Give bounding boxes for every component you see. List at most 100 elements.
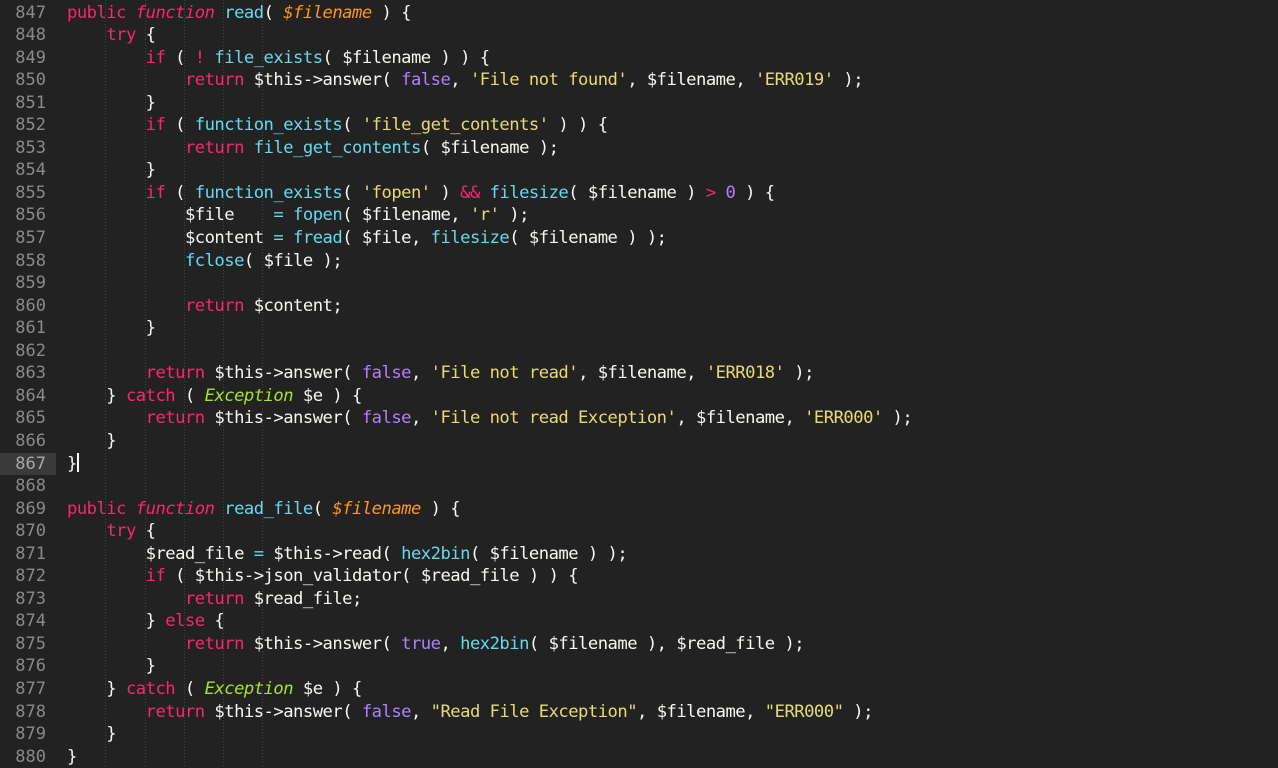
code-text[interactable]: } else { (67, 610, 225, 633)
code-line[interactable]: 852 if ( function_exists( 'file_get_cont… (0, 114, 1278, 137)
code-text[interactable]: if ( function_exists( 'file_get_contents… (67, 114, 608, 137)
token-kw: public (67, 498, 126, 519)
token-kw: if (145, 566, 166, 587)
code-text[interactable]: return $content; (67, 295, 343, 318)
code-text[interactable]: } (67, 159, 156, 182)
code-line[interactable]: 855 if ( function_exists( 'fopen' ) && f… (0, 182, 1278, 205)
token-kw: return (184, 295, 244, 316)
code-line[interactable]: 867} (0, 452, 1278, 476)
code-line[interactable]: 879 } (0, 723, 1278, 746)
code-line[interactable]: 872 if ( $this->json_validator( $read_fi… (0, 565, 1278, 588)
code-text[interactable]: return $this->answer( true, hex2bin( $fi… (67, 633, 805, 656)
code-line[interactable]: 869 public function read_file( $filename … (0, 498, 1278, 521)
code-line[interactable]: 860 return $content; (0, 295, 1278, 318)
code-text[interactable]: return $this->answer( false, 'File not f… (67, 69, 864, 92)
code-text[interactable]: if ( ! file_exists( $filename ) ) { (67, 47, 491, 70)
token-pun (67, 702, 146, 722)
token-var: $this->answer (253, 70, 382, 91)
token-param: $filename (332, 498, 421, 519)
code-text[interactable]: try { (67, 520, 156, 543)
code-text[interactable]: $content = fread( $file, filesize( $file… (67, 227, 667, 250)
code-text[interactable]: } (67, 723, 116, 746)
token-pun: ); (833, 70, 864, 91)
code-text[interactable]: return file_get_contents( $filename ); (67, 137, 559, 160)
code-line[interactable]: 851 } (0, 92, 1278, 115)
code-text[interactable]: } catch ( Exception $e ) { (67, 385, 362, 408)
code-text[interactable]: } (67, 92, 156, 115)
token-pun: ( (342, 363, 362, 384)
code-text[interactable]: } (67, 452, 79, 476)
code-line[interactable]: 850 return $this->answer( false, 'File n… (0, 69, 1278, 92)
code-line[interactable]: 873 return $read_file; (0, 588, 1278, 611)
code-text[interactable]: fclose( $file ); (67, 250, 343, 273)
code-text[interactable]: } (67, 430, 116, 453)
code-line[interactable]: 874 } else { (0, 610, 1278, 633)
code-line[interactable]: 875 return $this->answer( true, hex2bin(… (0, 633, 1278, 656)
code-text[interactable]: } (67, 317, 156, 340)
code-line[interactable]: 848 try { (0, 24, 1278, 47)
code-line[interactable]: 856 $file = fopen( $filename, 'r' ); (0, 204, 1278, 227)
code-line[interactable]: 861 } (0, 317, 1278, 340)
code-text[interactable]: } (67, 746, 77, 768)
code-text[interactable]: } (67, 655, 156, 678)
code-line[interactable]: 864 } catch ( Exception $e ) { (0, 385, 1278, 408)
token-pun: } (67, 611, 166, 632)
code-editor[interactable]: 847 public function read( $filename ) {84… (0, 0, 1278, 768)
token-pun: , (410, 408, 431, 429)
code-text[interactable]: public function read_file( $filename ) { (67, 498, 461, 521)
token-pun: ( (342, 182, 362, 203)
code-text[interactable]: $file = fopen( $filename, 'r' ); (67, 204, 530, 227)
token-var: $read_file (676, 633, 775, 654)
code-line[interactable]: 847 public function read( $filename ) { (0, 2, 1278, 25)
code-line[interactable]: 865 return $this->answer( false, 'File n… (0, 407, 1278, 430)
code-line[interactable]: 868 (0, 475, 1278, 498)
code-line[interactable]: 878 return $this->answer( false, "Read F… (0, 701, 1278, 724)
code-line[interactable]: 858 fclose( $file ); (0, 250, 1278, 273)
code-line[interactable]: 880} (0, 746, 1278, 768)
token-kw: return (184, 588, 244, 609)
token-kw: return (184, 137, 244, 158)
code-text[interactable]: if ( $this->json_validator( $read_file )… (67, 565, 579, 588)
token-const: false (361, 408, 412, 429)
token-pun (67, 183, 146, 203)
token-pun: ( (165, 182, 195, 203)
code-line[interactable]: 849 if ( ! file_exists( $filename ) ) { (0, 47, 1278, 70)
token-pun: ( (342, 228, 362, 248)
code-text[interactable]: return $this->answer( false, 'File not r… (67, 407, 913, 430)
token-pun: ) ) { (519, 566, 579, 587)
token-var: $this->answer (253, 633, 382, 654)
code-line[interactable]: 871 $read_file = $this->read( hex2bin( $… (0, 543, 1278, 566)
code-text[interactable]: return $read_file; (67, 588, 362, 611)
token-kw: public (67, 2, 126, 23)
token-pun: { (135, 521, 156, 542)
token-pun: ( (342, 408, 362, 429)
code-text[interactable]: return $this->answer( false, 'File not r… (67, 362, 815, 385)
token-pun (283, 205, 293, 225)
code-line[interactable]: 854 } (0, 159, 1278, 182)
code-text[interactable]: public function read( $filename ) { (67, 2, 412, 25)
token-pun: , (686, 363, 706, 384)
code-text[interactable]: $read_file = $this->read( hex2bin( $file… (67, 543, 628, 566)
token-pun (264, 544, 274, 564)
token-pun (67, 70, 185, 90)
code-text[interactable]: } catch ( Exception $e ) { (67, 678, 362, 701)
code-line[interactable]: 853 return file_get_contents( $filename … (0, 137, 1278, 160)
code-line[interactable]: 863 return $this->answer( false, 'File n… (0, 362, 1278, 385)
code-line[interactable]: 876 } (0, 655, 1278, 678)
code-line[interactable]: 857 $content = fread( $file, filesize( $… (0, 227, 1278, 250)
line-number: 859 (15, 273, 46, 294)
token-const: false (361, 701, 412, 722)
token-pun: ( (401, 566, 421, 587)
token-str: 'file_get_contents' (361, 115, 549, 136)
code-text[interactable]: try { (67, 24, 156, 47)
code-line[interactable]: 862 (0, 340, 1278, 363)
line-number: 860 (15, 295, 46, 316)
code-line[interactable]: 859 (0, 272, 1278, 295)
code-text[interactable]: return $this->answer( false, "Read File … (67, 701, 874, 724)
code-line[interactable]: 870 try { (0, 520, 1278, 543)
code-line[interactable]: 877 } catch ( Exception $e ) { (0, 678, 1278, 701)
code-line[interactable]: 866 } (0, 430, 1278, 453)
token-pun: ( (175, 679, 205, 699)
code-text[interactable]: if ( function_exists( 'fopen' ) && files… (67, 182, 776, 205)
token-fn: read_file (224, 498, 313, 519)
